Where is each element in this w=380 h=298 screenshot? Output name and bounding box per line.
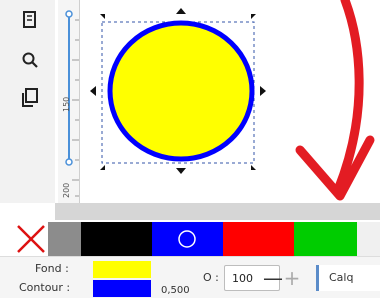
vertical-ruler: 150 200 (58, 0, 80, 203)
no-paint-icon (17, 225, 45, 253)
palette-scroll[interactable] (357, 222, 380, 256)
opacity-increment-button[interactable]: + (283, 266, 301, 290)
search-icon[interactable] (18, 48, 42, 72)
left-toolbar (0, 0, 55, 203)
selected-stroke-indicator-icon (178, 230, 196, 248)
copy-icon[interactable] (18, 86, 42, 110)
circle-shape[interactable] (107, 20, 255, 162)
layer-label: Calq (329, 271, 354, 284)
document-icon[interactable] (18, 8, 42, 32)
vertical-scrollbar[interactable] (358, 0, 380, 203)
stroke-label: Contour : (19, 281, 71, 294)
opacity-decrement-button[interactable]: — (263, 266, 283, 290)
opacity-label: O : (203, 271, 219, 284)
swatch-black[interactable] (81, 222, 152, 256)
status-bar: Fond : Contour : 0,500 O : 100 — + Calq (0, 256, 380, 298)
horizontal-scrollbar[interactable] (55, 203, 380, 220)
swatch-grey[interactable] (48, 222, 81, 256)
ruler-label-200: 200 (62, 182, 71, 198)
stroke-color-indicator[interactable] (93, 280, 151, 297)
color-palette (0, 222, 380, 256)
fill-color-indicator[interactable] (93, 261, 151, 278)
swatch-none[interactable] (0, 222, 48, 256)
swatch-green[interactable] (294, 222, 357, 256)
ruler-label-150: 150 (62, 96, 71, 112)
fill-label: Fond : (35, 262, 69, 275)
drawing-area[interactable] (80, 0, 358, 203)
swatch-blue[interactable] (152, 222, 223, 256)
stroke-width-value[interactable]: 0,500 (161, 285, 190, 296)
swatch-red[interactable] (223, 222, 294, 256)
